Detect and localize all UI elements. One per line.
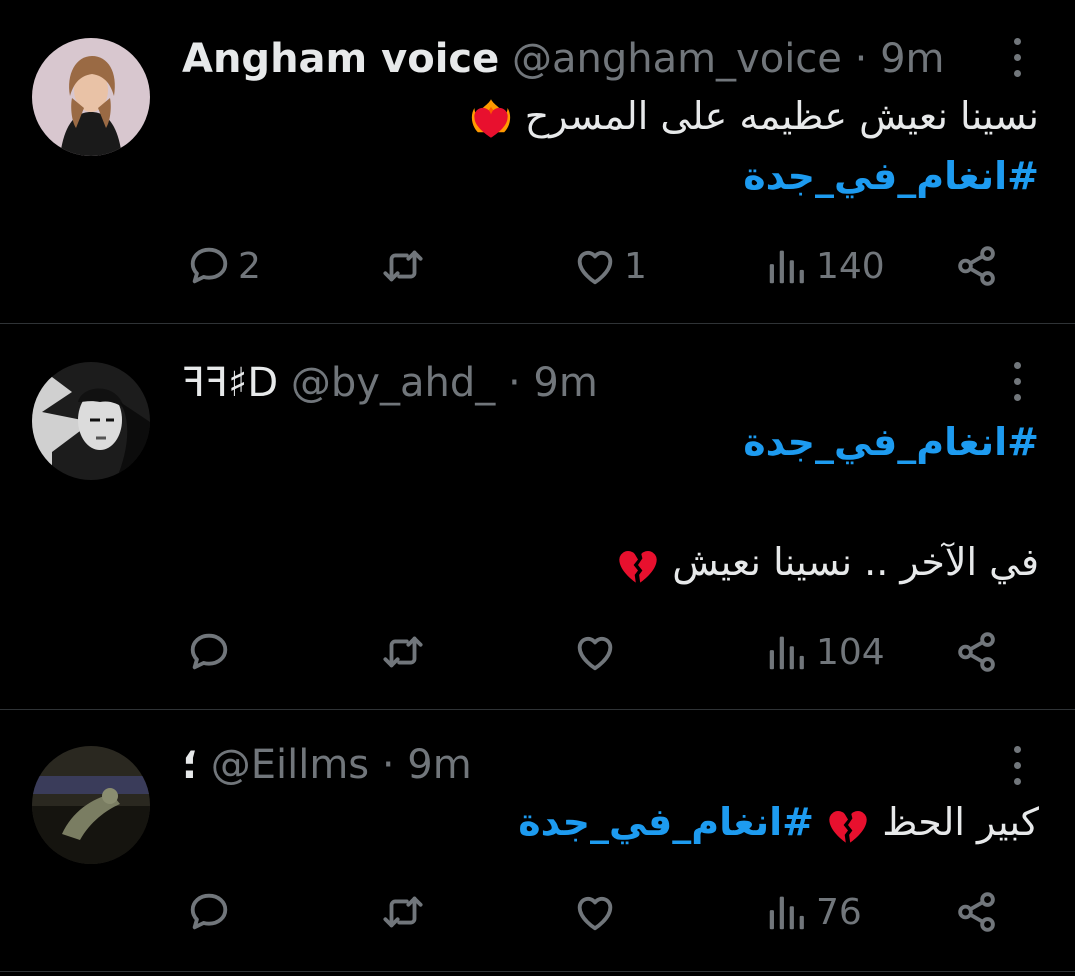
hashtag-link[interactable]: #انغام_في_جدة: [743, 154, 1039, 198]
views-count: 104: [816, 631, 885, 673]
tweet-actions: 2 1 140: [182, 240, 1022, 292]
retweet-icon: [380, 243, 426, 289]
tweet-actions: 76: [182, 886, 1022, 938]
share-icon: [954, 243, 1000, 289]
views-button[interactable]: 76: [764, 886, 862, 938]
tweet-text: كبير الحظ #انغام_في_جدة: [518, 796, 1039, 848]
like-icon: [572, 629, 618, 675]
reply-button[interactable]: 2: [186, 240, 261, 292]
views-count: 140: [816, 245, 885, 287]
user-handle[interactable]: @by_ahd_: [291, 360, 495, 406]
reply-icon: [186, 629, 232, 675]
timestamp[interactable]: 9m: [880, 36, 944, 82]
reply-count: 2: [238, 245, 261, 287]
broken-heart-emoji: [826, 803, 870, 847]
tweet[interactable]: ؛ @Eillms · 9m كبير الحظ #انغام_في_جدة 7…: [0, 710, 1075, 972]
more-icon[interactable]: [1007, 32, 1027, 84]
more-icon[interactable]: [1007, 356, 1027, 408]
tweet-hashtag-line: #انغام_في_جدة: [743, 416, 1039, 468]
avatar[interactable]: [32, 746, 150, 864]
share-button[interactable]: [954, 886, 1000, 938]
tweet-text-line: في الآخر .. نسينا نعيش: [672, 540, 1039, 584]
tweet-text-line: نسينا نعيش عظيمه على المسرح: [524, 94, 1039, 138]
tweet[interactable]: Angham voice @angham_voice · 9m نسينا نع…: [0, 0, 1075, 324]
retweet-icon: [380, 629, 426, 675]
tweet-header: ꟻꟻ♯D @by_ahd_ · 9m: [182, 358, 965, 408]
views-count: 76: [816, 891, 862, 933]
tweet-hashtag-line: #انغام_في_جدة: [743, 150, 1039, 202]
display-name[interactable]: Angham voice: [182, 36, 499, 82]
timestamp[interactable]: 9m: [533, 360, 597, 406]
views-icon: [764, 889, 810, 935]
views-button[interactable]: 140: [764, 240, 885, 292]
reply-icon: [186, 889, 232, 935]
tweet[interactable]: ꟻꟻ♯D @by_ahd_ · 9m #انغام_في_جدة في الآخ…: [0, 324, 1075, 710]
share-button[interactable]: [954, 626, 1000, 678]
tweet-header: Angham voice @angham_voice · 9m: [182, 34, 965, 84]
user-handle[interactable]: @Eillms: [211, 742, 369, 788]
like-button[interactable]: [572, 626, 618, 678]
like-button[interactable]: [572, 886, 618, 938]
retweet-button[interactable]: [380, 626, 426, 678]
views-button[interactable]: 104: [764, 626, 885, 678]
reply-button[interactable]: [186, 886, 232, 938]
tweet-header: ؛ @Eillms · 9m: [182, 740, 965, 790]
heart-on-fire-emoji: [469, 97, 513, 141]
share-button[interactable]: [954, 240, 1000, 292]
display-name[interactable]: ꟻꟻ♯D: [182, 360, 278, 406]
timestamp[interactable]: 9m: [407, 742, 471, 788]
separator-dot: ·: [507, 360, 521, 406]
broken-heart-emoji: [616, 543, 660, 587]
retweet-icon: [380, 889, 426, 935]
tweet-text-line: كبير الحظ: [882, 800, 1039, 844]
user-handle[interactable]: @angham_voice: [512, 36, 842, 82]
more-icon[interactable]: [1007, 740, 1027, 792]
views-icon: [764, 629, 810, 675]
avatar[interactable]: [32, 38, 150, 156]
reply-button[interactable]: [186, 626, 232, 678]
views-icon: [764, 243, 810, 289]
like-icon: [572, 889, 618, 935]
tweet-text: في الآخر .. نسينا نعيش: [616, 536, 1039, 588]
like-count: 1: [624, 245, 647, 287]
tweet-actions: 104: [182, 626, 1022, 678]
tweet-text: نسينا نعيش عظيمه على المسرح: [469, 90, 1039, 142]
separator-dot: ·: [854, 36, 868, 82]
display-name[interactable]: ؛: [182, 742, 198, 788]
avatar[interactable]: [32, 362, 150, 480]
reply-icon: [186, 243, 232, 289]
hashtag-link[interactable]: #انغام_في_جدة: [518, 800, 814, 844]
share-icon: [954, 629, 1000, 675]
separator-dot: ·: [381, 742, 395, 788]
retweet-button[interactable]: [380, 886, 426, 938]
hashtag-link[interactable]: #انغام_في_جدة: [743, 420, 1039, 464]
retweet-button[interactable]: [380, 240, 426, 292]
share-icon: [954, 889, 1000, 935]
like-icon: [572, 243, 618, 289]
like-button[interactable]: 1: [572, 240, 647, 292]
